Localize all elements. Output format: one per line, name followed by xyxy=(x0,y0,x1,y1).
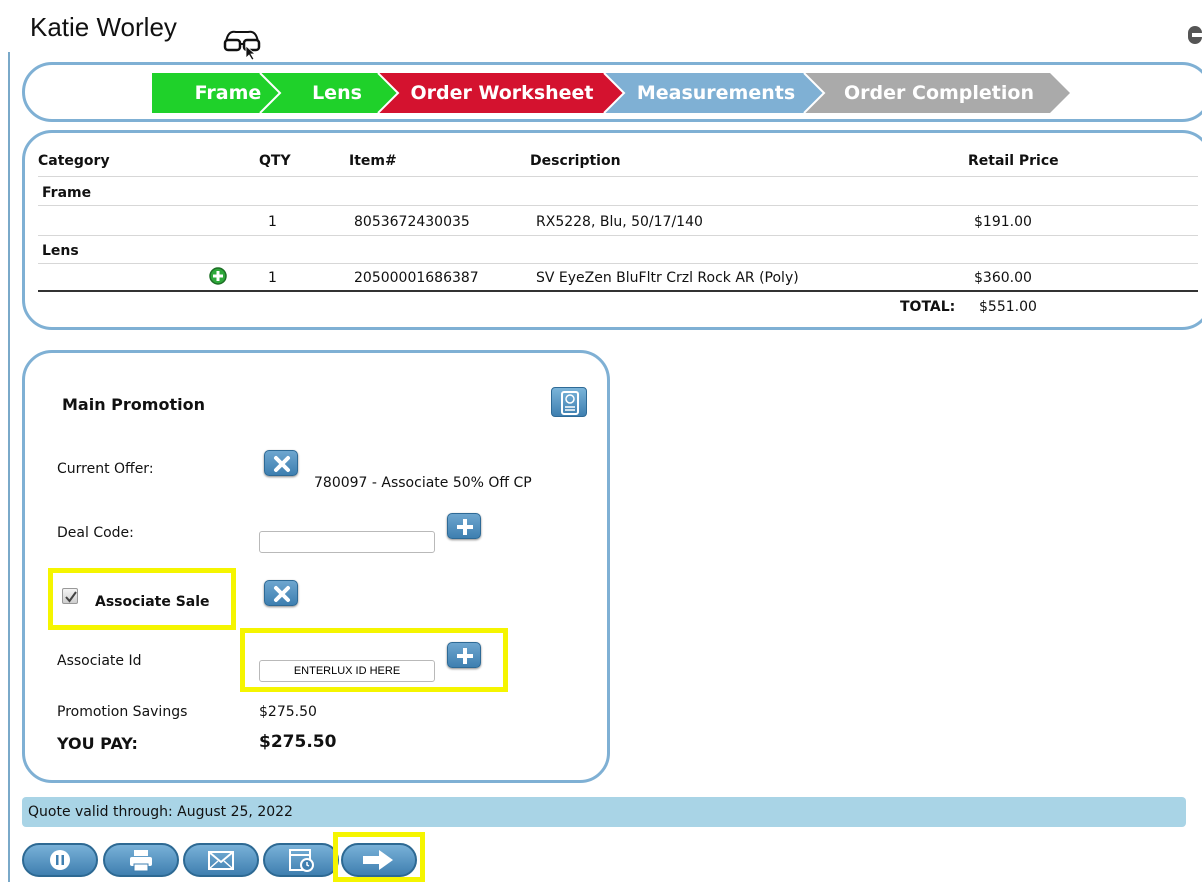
email-icon xyxy=(208,851,234,870)
quote-validity-bar: Quote valid through: August 25, 2022 xyxy=(22,797,1186,827)
coupon-icon xyxy=(561,391,579,415)
group-lens-label: Lens xyxy=(42,243,79,259)
lens-qty: 1 xyxy=(268,270,277,286)
col-category: Category xyxy=(38,153,110,169)
table-rule xyxy=(38,205,1198,206)
frame-description: RX5228, Blu, 50/17/140 xyxy=(536,214,703,230)
associate-sale-label: Associate Sale xyxy=(95,594,210,610)
current-offer-label: Current Offer: xyxy=(57,461,154,477)
total-label: TOTAL: xyxy=(900,299,956,315)
print-button[interactable] xyxy=(103,843,179,877)
step-order-worksheet[interactable]: Order Worksheet xyxy=(400,73,604,113)
step-order-completion[interactable]: Order Completion xyxy=(828,73,1050,113)
left-rule xyxy=(8,52,10,882)
frame-qty: 1 xyxy=(268,214,277,230)
plus-icon xyxy=(457,648,473,664)
lens-description: SV EyeZen BluFltr Crzl Rock AR (Poly) xyxy=(536,270,799,286)
total-value: $551.00 xyxy=(979,299,1037,315)
promo-title: Main Promotion xyxy=(62,395,205,414)
deal-code-label: Deal Code: xyxy=(57,525,134,541)
calendar-clock-icon xyxy=(289,849,314,872)
col-item: Item# xyxy=(349,153,397,169)
lens-item-number: 20500001686387 xyxy=(354,270,479,286)
step-lens[interactable]: Lens xyxy=(292,73,382,113)
deal-code-input[interactable] xyxy=(259,531,435,553)
you-pay-label: YOU PAY: xyxy=(57,734,138,753)
close-icon xyxy=(274,586,290,602)
step-frame[interactable]: Frame xyxy=(180,73,276,113)
next-button[interactable] xyxy=(341,843,417,877)
glasses-cursor-icon xyxy=(223,30,261,60)
pause-icon xyxy=(50,850,70,870)
frame-item-number: 8053672430035 xyxy=(354,214,470,230)
step-measurements[interactable]: Measurements xyxy=(628,73,804,113)
arrow-right-icon xyxy=(363,850,393,870)
corner-icon[interactable] xyxy=(1186,24,1202,46)
email-button[interactable] xyxy=(183,843,259,877)
add-lens-option-icon[interactable] xyxy=(208,266,228,286)
associate-id-input[interactable]: ENTERLUX ID HERE xyxy=(259,660,435,682)
pause-button[interactable] xyxy=(22,843,98,877)
associate-sale-checkbox[interactable] xyxy=(62,588,78,604)
col-retail-price: Retail Price xyxy=(968,153,1059,169)
table-rule xyxy=(38,176,1198,177)
col-description: Description xyxy=(530,153,621,169)
table-rule xyxy=(38,235,1198,236)
plus-icon xyxy=(457,519,473,535)
add-deal-code-button[interactable] xyxy=(447,513,481,539)
associate-id-label: Associate Id xyxy=(57,653,142,669)
promotion-savings-label: Promotion Savings xyxy=(57,704,188,720)
table-rule xyxy=(38,263,1198,264)
remove-associate-sale-button[interactable] xyxy=(264,580,298,606)
lens-price: $360.00 xyxy=(974,270,1032,286)
checkmark-icon xyxy=(65,591,77,603)
group-frame-label: Frame xyxy=(42,185,92,201)
you-pay-value: $275.50 xyxy=(259,732,337,752)
add-associate-id-button[interactable] xyxy=(447,642,481,668)
close-icon xyxy=(274,456,290,472)
schedule-button[interactable] xyxy=(263,843,339,877)
user-name: Katie Worley xyxy=(30,12,177,42)
printer-icon xyxy=(130,850,152,872)
remove-offer-button[interactable] xyxy=(264,450,298,476)
col-qty: QTY xyxy=(259,153,291,169)
current-offer-value: 780097 - Associate 50% Off CP xyxy=(314,475,532,491)
promo-info-button[interactable] xyxy=(551,387,587,417)
table-total-rule xyxy=(38,290,1198,292)
frame-price: $191.00 xyxy=(974,214,1032,230)
promotion-savings-value: $275.50 xyxy=(259,704,317,720)
